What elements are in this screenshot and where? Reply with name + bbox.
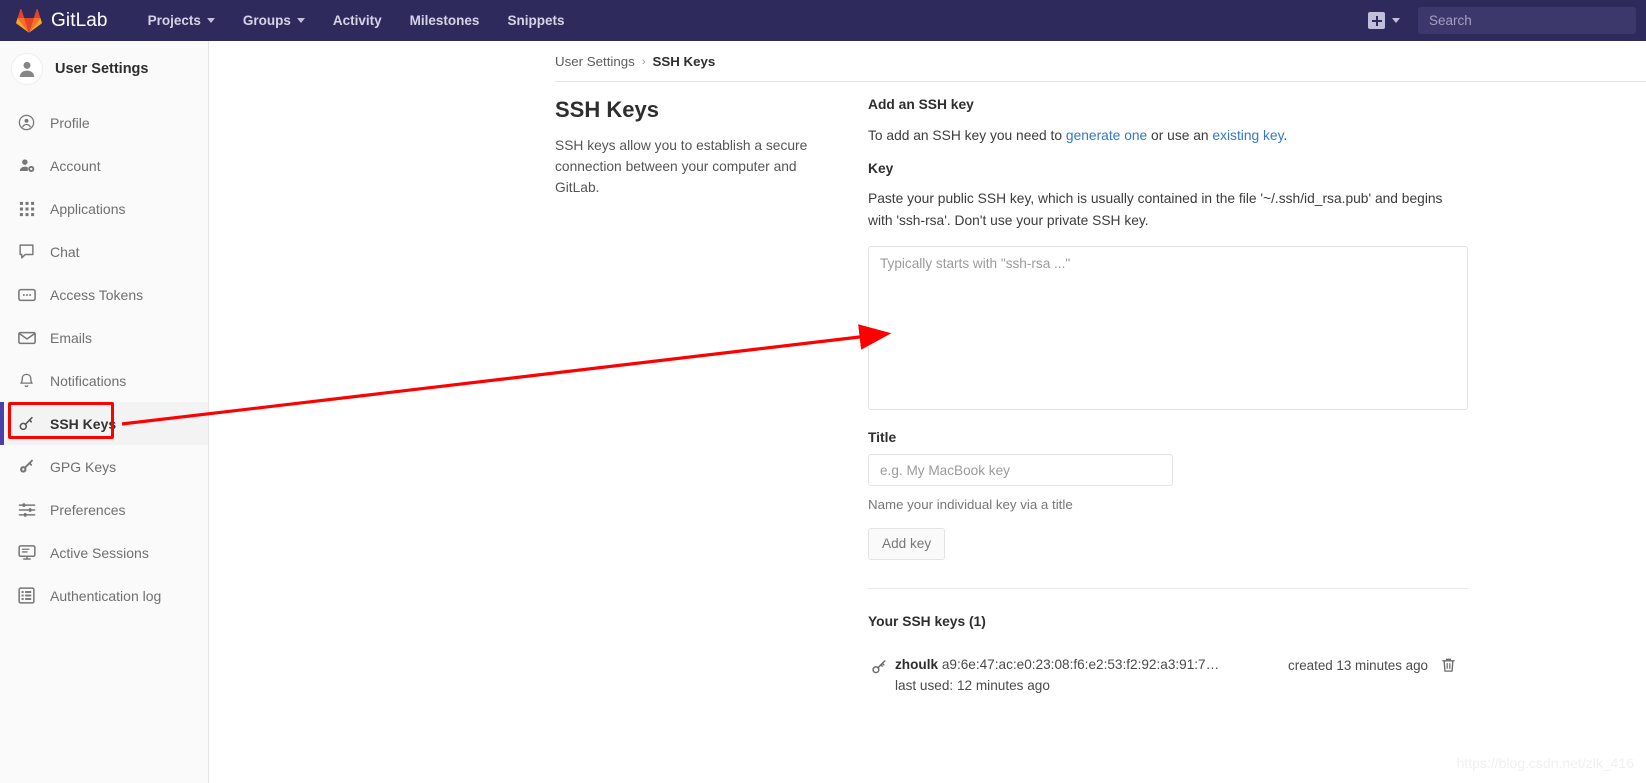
list-table-icon <box>17 586 36 605</box>
sidebar-header[interactable]: User Settings <box>0 41 208 97</box>
settings-sidebar: User Settings Profile Account Applicatio… <box>0 41 209 783</box>
nav-link-snippets[interactable]: Snippets <box>493 0 578 41</box>
monitor-icon <box>17 543 36 562</box>
form-intro-suffix: . <box>1283 128 1288 143</box>
title-field-hint: Name your individual key via a title <box>868 497 1073 513</box>
sidebar-item-ssh-keys-label: SSH Keys <box>50 415 117 432</box>
chat-bubble-icon <box>17 242 36 261</box>
key-solid-icon <box>17 457 36 476</box>
existing-key-link[interactable]: existing key <box>1212 128 1283 143</box>
page-description-column: SSH Keys SSH keys allow you to establish… <box>555 97 845 199</box>
chevron-down-icon <box>1392 18 1400 23</box>
sidebar-item-chat[interactable]: Chat <box>0 230 208 273</box>
key-icon <box>17 414 36 433</box>
sidebar-item-gpg-keys-label: GPG Keys <box>50 458 117 475</box>
page-title: SSH Keys <box>555 97 659 122</box>
key-title-input[interactable] <box>868 454 1173 487</box>
header-divider <box>555 81 1646 82</box>
form-intro-middle: or use an <box>1147 128 1213 143</box>
nav-link-groups[interactable]: Groups <box>229 0 319 41</box>
breadcrumb: User Settings › SSH Keys <box>555 54 715 69</box>
sidebar-item-profile[interactable]: Profile <box>0 101 208 144</box>
nav-link-projects-label: Projects <box>147 13 201 28</box>
brand-name: GitLab <box>51 9 108 31</box>
breadcrumb-parent[interactable]: User Settings <box>555 54 635 69</box>
sidebar-item-authentication-log-label: Authentication log <box>50 587 162 604</box>
main-content: User Settings › SSH Keys SSH Keys SSH ke… <box>209 41 1646 783</box>
navbar-right: Search <box>1364 0 1646 41</box>
form-intro: To add an SSH key you need to generate o… <box>868 125 1468 146</box>
sidebar-item-notifications-label: Notifications <box>50 372 127 389</box>
your-ssh-keys-heading: Your SSH keys (1) <box>868 614 986 630</box>
sidebar-item-emails[interactable]: Emails <box>0 316 208 359</box>
sidebar-item-access-tokens-label: Access Tokens <box>50 286 144 303</box>
keys-section-divider <box>868 588 1468 590</box>
envelope-icon <box>17 328 36 347</box>
ssh-key-owner: zhoulk <box>895 657 939 673</box>
nav-link-groups-label: Groups <box>242 13 291 28</box>
sidebar-item-authentication-log[interactable]: Authentication log <box>0 574 208 617</box>
form-intro-prefix: To add an SSH key you need to <box>868 128 1066 143</box>
search-placeholder: Search <box>1429 13 1472 28</box>
sidebar-item-active-sessions[interactable]: Active Sessions <box>0 531 208 574</box>
nav-link-projects[interactable]: Projects <box>134 0 229 41</box>
sidebar-item-preferences-label: Preferences <box>50 501 126 518</box>
sidebar-item-preferences[interactable]: Preferences <box>0 488 208 531</box>
sliders-icon <box>17 500 36 519</box>
ssh-key-identity: zhoulk a9:6e:47:ac:e0:23:08:f6:e2:53:f2:… <box>895 655 1288 675</box>
chevron-down-icon <box>296 18 305 23</box>
add-ssh-key-form: Add an SSH key To add an SSH key you nee… <box>868 97 1468 693</box>
key-field-help: Paste your public SSH key, which is usua… <box>868 191 1443 228</box>
chevron-down-icon <box>206 18 215 23</box>
sidebar-item-notifications[interactable]: Notifications <box>0 359 208 402</box>
plus-square-icon <box>1368 12 1385 29</box>
user-gear-icon <box>17 156 36 175</box>
key-field-label: Key <box>868 161 894 177</box>
gitlab-brand[interactable]: GitLab <box>16 0 108 41</box>
user-circle-icon <box>17 113 36 132</box>
sidebar-item-applications[interactable]: Applications <box>0 187 208 230</box>
sidebar-item-profile-label: Profile <box>50 114 90 131</box>
breadcrumb-separator-icon: › <box>641 55 646 68</box>
sidebar-title: User Settings <box>55 61 149 77</box>
sidebar-item-gpg-keys[interactable]: GPG Keys <box>0 445 208 488</box>
sidebar-item-access-tokens[interactable]: Access Tokens <box>0 273 208 316</box>
trash-icon <box>1441 657 1456 678</box>
key-icon <box>868 655 890 675</box>
gitlab-fox-logo-icon <box>16 8 51 33</box>
top-navbar: GitLab Projects Groups Activity Mileston… <box>0 0 1646 41</box>
ssh-key-row: zhoulk a9:6e:47:ac:e0:23:08:f6:e2:53:f2:… <box>868 655 1468 693</box>
sidebar-item-chat-label: Chat <box>50 243 80 260</box>
grid-apps-icon <box>17 199 36 218</box>
sidebar-item-ssh-keys[interactable]: SSH Keys <box>0 402 208 445</box>
navbar-links: Projects Groups Activity Milestones Snip… <box>134 0 579 41</box>
new-item-button[interactable] <box>1364 12 1404 29</box>
breadcrumb-current[interactable]: SSH Keys <box>653 54 716 69</box>
nav-link-milestones[interactable]: Milestones <box>396 0 494 41</box>
sidebar-items: Profile Account Applications Chat Access… <box>0 101 208 617</box>
form-heading: Add an SSH key <box>868 97 974 112</box>
search-input[interactable]: Search <box>1418 7 1636 34</box>
title-field-label: Title <box>868 430 897 446</box>
ssh-key-textarea[interactable] <box>868 246 1468 411</box>
generate-one-link[interactable]: generate one <box>1066 128 1147 143</box>
sidebar-item-applications-label: Applications <box>50 200 126 217</box>
page-description: SSH keys allow you to establish a secure… <box>555 138 808 196</box>
sidebar-item-account-label: Account <box>50 157 101 174</box>
user-avatar-icon <box>11 53 43 85</box>
nav-link-activity[interactable]: Activity <box>319 0 396 41</box>
sidebar-item-account[interactable]: Account <box>0 144 208 187</box>
ssh-key-last-used: last used: 12 minutes ago <box>895 677 1050 693</box>
sidebar-item-emails-label: Emails <box>50 329 93 346</box>
ssh-key-details: zhoulk a9:6e:47:ac:e0:23:08:f6:e2:53:f2:… <box>890 655 1288 693</box>
token-card-icon <box>17 285 36 304</box>
delete-key-button[interactable] <box>1428 655 1468 678</box>
add-key-button[interactable]: Add key <box>868 528 946 561</box>
ssh-key-fingerprint: a9:6e:47:ac:e0:23:08:f6:e2:53:f2:92:a3:9… <box>941 657 1220 673</box>
watermark: https://blog.csdn.net/zlk_416 <box>1456 755 1634 771</box>
sidebar-item-active-sessions-label: Active Sessions <box>50 544 149 561</box>
bell-icon <box>17 371 36 390</box>
ssh-key-created: created 13 minutes ago <box>1288 658 1428 674</box>
